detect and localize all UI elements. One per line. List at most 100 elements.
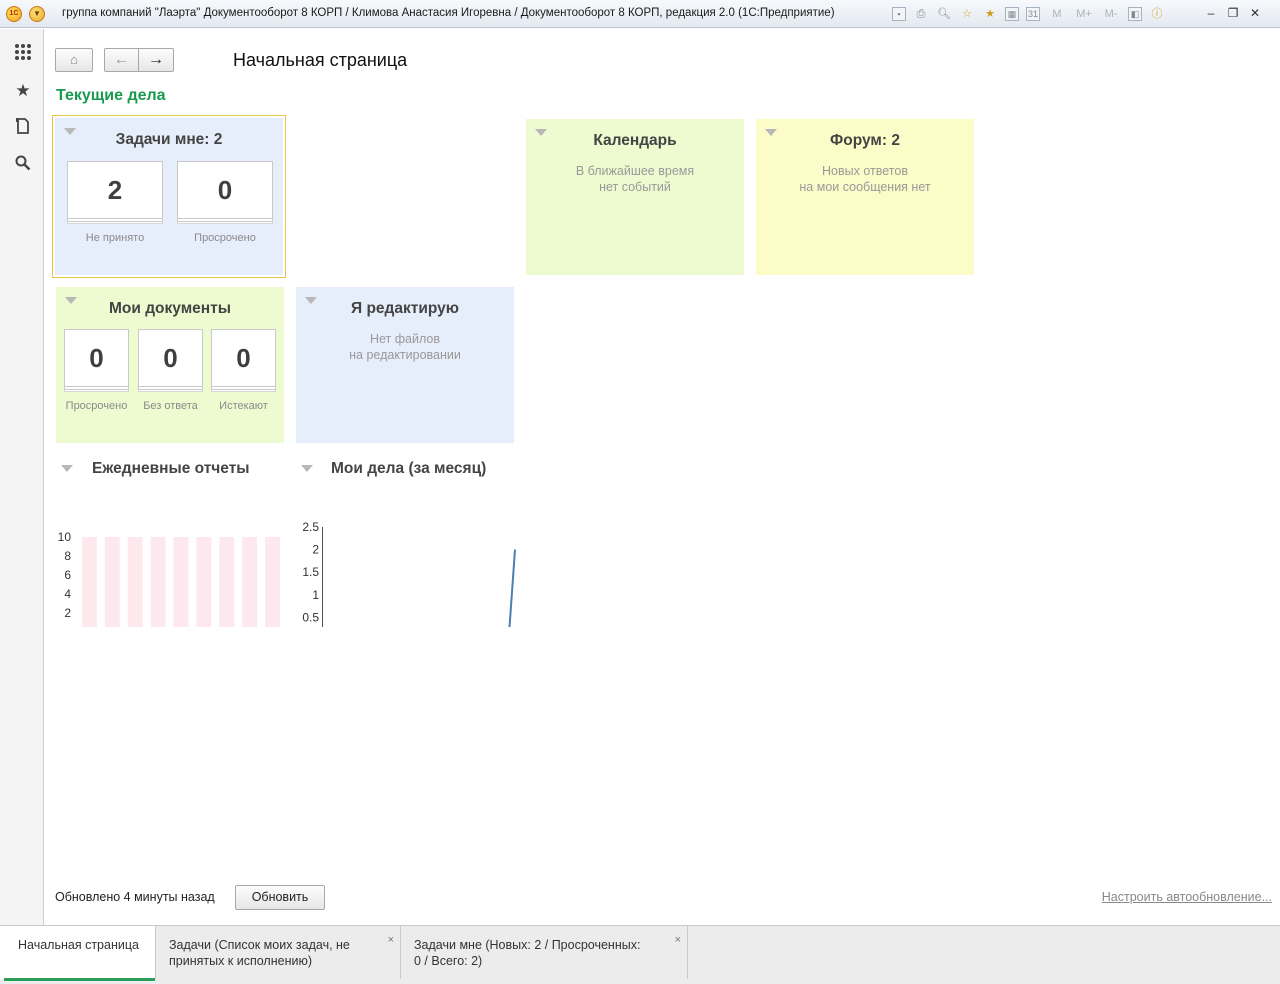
docs-no-reply-counter[interactable]: 0 xyxy=(138,329,203,387)
print-icon[interactable]: ⎙ xyxy=(913,6,929,22)
star-icon[interactable]: ★ xyxy=(13,81,33,101)
memory-plus-icon[interactable]: M+ xyxy=(1074,6,1094,22)
calendar-desc-line2: нет событий xyxy=(599,180,671,194)
forum-card-title[interactable]: Форум: 2 xyxy=(756,132,974,150)
docs-no-reply-label: Без ответа xyxy=(143,400,198,412)
y-tick-label: 1 xyxy=(312,588,319,602)
collapse-triangle-icon[interactable] xyxy=(301,465,313,472)
page-title: Начальная страница xyxy=(233,50,408,70)
forum-desc-line1: Новых ответов xyxy=(822,164,908,178)
docs-overdue-label: Просрочено xyxy=(65,400,128,412)
back-button[interactable]: ← xyxy=(104,48,139,72)
daily-reports-header: Ежедневные отчеты xyxy=(58,460,286,480)
autoupdate-settings-link[interactable]: Настроить автообновление... xyxy=(1102,890,1272,904)
tab-tasks-to-me-line1: Задачи мне (Новых: 2 / Просроченных: xyxy=(414,938,641,952)
forum-card[interactable]: Форум: 2 Новых ответов на мои сообщения … xyxy=(756,119,974,275)
main-menu-icon[interactable]: ▼ xyxy=(29,6,45,22)
y-tick-label: 1.5 xyxy=(302,565,319,579)
docs-expiring-counter[interactable]: 0 xyxy=(211,329,276,387)
background-bar xyxy=(104,537,120,627)
forum-desc-line2: на мои сообщения нет xyxy=(799,180,931,194)
calendar-card-title[interactable]: Календарь xyxy=(526,132,744,150)
refresh-button[interactable]: Обновить xyxy=(235,885,325,910)
tab-start-page-line1: Начальная страница xyxy=(18,938,139,952)
editing-desc-line1: Нет файлов xyxy=(369,332,440,346)
background-bar xyxy=(242,537,258,627)
daily-reports-chart: 0246810сбвспнвтсрчтптсбвс xyxy=(58,530,280,627)
tab-tasks-to-me[interactable]: Задачи мне (Новых: 2 / Просроченных: 0 /… xyxy=(401,926,688,979)
window-controls: – ❐ ✕ xyxy=(1200,5,1266,21)
close-icon[interactable]: ✕ xyxy=(1244,5,1266,21)
tab-tasks-list-label: Задачи (Список моих задач, не принятых к… xyxy=(169,937,350,969)
calculator-icon[interactable]: ▦ xyxy=(1005,7,1019,21)
background-bar xyxy=(196,537,212,627)
tasks-card[interactable]: Задачи мне: 2 2 0 Не принято Просрочено xyxy=(52,115,286,278)
memory-m-icon[interactable]: M xyxy=(1047,6,1067,22)
editing-card-title[interactable]: Я редактирую xyxy=(296,300,514,318)
home-button[interactable]: ⌂ xyxy=(55,48,93,72)
preview-icon[interactable]: 🔍︎ xyxy=(936,6,952,22)
add-favorite-icon[interactable]: ☆ xyxy=(959,6,975,22)
tasks-not-accepted-counter[interactable]: 2 xyxy=(67,161,163,219)
tab-tasks-to-me-label: Задачи мне (Новых: 2 / Просроченных: 0 /… xyxy=(414,937,640,969)
docs-overdue-counter[interactable]: 0 xyxy=(64,329,129,387)
calendar-icon[interactable]: 31 xyxy=(1026,7,1040,21)
main-content: ⌂ ← → Начальная страница Текущие дела За… xyxy=(44,29,1280,925)
y-tick-label: 2.5 xyxy=(302,520,319,534)
editing-card[interactable]: Я редактирую Нет файлов на редактировани… xyxy=(296,287,514,443)
close-tab-icon[interactable]: × xyxy=(388,932,394,948)
y-tick-label: 4 xyxy=(64,587,71,601)
my-documents-card-title[interactable]: Мои документы xyxy=(56,300,284,318)
save-icon[interactable]: ▪ xyxy=(892,7,906,21)
y-tick-label: 10 xyxy=(58,530,72,544)
window-toolbar: ▪ ⎙ 🔍︎ ☆ ★ ▦ 31 M M+ M- ◧ ⓘ xyxy=(892,5,1172,23)
y-tick-label: 2 xyxy=(64,606,71,620)
restore-icon[interactable]: ❐ xyxy=(1222,5,1244,21)
updated-status: Обновлено 4 минуты назад xyxy=(55,890,215,904)
tasks-overdue-counter[interactable]: 0 xyxy=(177,161,273,219)
favorites-icon[interactable]: ★ xyxy=(982,6,998,22)
section-title: Текущие дела xyxy=(56,87,166,104)
calendar-desc-line1: В ближайшее время xyxy=(575,164,695,178)
y-tick-label: 8 xyxy=(64,549,71,563)
tab-tasks-to-me-line2: 0 / Всего: 2) xyxy=(414,954,483,968)
collapse-triangle-icon[interactable] xyxy=(61,465,73,472)
app-logo-icon[interactable]: 1С xyxy=(6,6,22,22)
calendar-card-description: В ближайшее время нет событий xyxy=(526,163,744,195)
tasks-card-title[interactable]: Задачи мне: 2 xyxy=(55,131,283,149)
my-documents-card[interactable]: Мои документы 0 0 0 Просрочено Без ответ… xyxy=(56,287,284,443)
my-tasks-month-header: Мои дела (за месяц) xyxy=(298,460,516,480)
series-line xyxy=(508,549,516,627)
tab-tasks-list-line1: Задачи (Список моих задач, не xyxy=(169,938,350,952)
my-tasks-month-title: Мои дела (за месяц) xyxy=(331,460,487,477)
panel-layout-icon[interactable]: ◧ xyxy=(1128,7,1142,21)
background-bar xyxy=(82,537,97,627)
history-icon[interactable] xyxy=(13,117,33,137)
calendar-card[interactable]: Календарь В ближайшее время нет событий xyxy=(526,119,744,275)
minimize-icon[interactable]: – xyxy=(1200,5,1222,21)
tasks-not-accepted-label: Не принято xyxy=(85,232,145,244)
sections-panel: ★ xyxy=(0,29,44,925)
tasks-overdue-label: Просрочено xyxy=(194,232,256,244)
editing-card-description: Нет файлов на редактировании xyxy=(296,331,514,363)
search-icon[interactable] xyxy=(13,155,33,175)
open-windows-bar: Начальная страница Задачи (Список моих з… xyxy=(0,925,1280,984)
apps-grid-icon[interactable] xyxy=(13,43,33,63)
forum-card-description: Новых ответов на мои сообщения нет xyxy=(756,163,974,195)
forward-button[interactable]: → xyxy=(139,48,174,72)
memory-minus-icon[interactable]: M- xyxy=(1101,6,1121,22)
info-icon[interactable]: ⓘ xyxy=(1149,6,1165,22)
y-tick-label: 0.5 xyxy=(302,610,319,624)
docs-expiring-label: Истекают xyxy=(219,400,268,412)
close-tab-icon[interactable]: × xyxy=(675,932,681,948)
home-icon: ⌂ xyxy=(70,52,78,67)
arrow-right-icon: → xyxy=(148,51,164,68)
tab-tasks-list[interactable]: Задачи (Список моих задач, не принятых к… xyxy=(156,926,401,979)
tab-tasks-list-line2: принятых к исполнению) xyxy=(169,954,312,968)
window-title: группа компаний "Лаэрта" Документооборот… xyxy=(62,7,835,19)
arrow-left-icon: ← xyxy=(113,51,130,68)
tab-start-page[interactable]: Начальная страница xyxy=(0,926,156,981)
editing-desc-line2: на редактировании xyxy=(349,348,461,362)
background-bar xyxy=(173,537,189,627)
y-tick-label: 0 xyxy=(64,625,71,627)
